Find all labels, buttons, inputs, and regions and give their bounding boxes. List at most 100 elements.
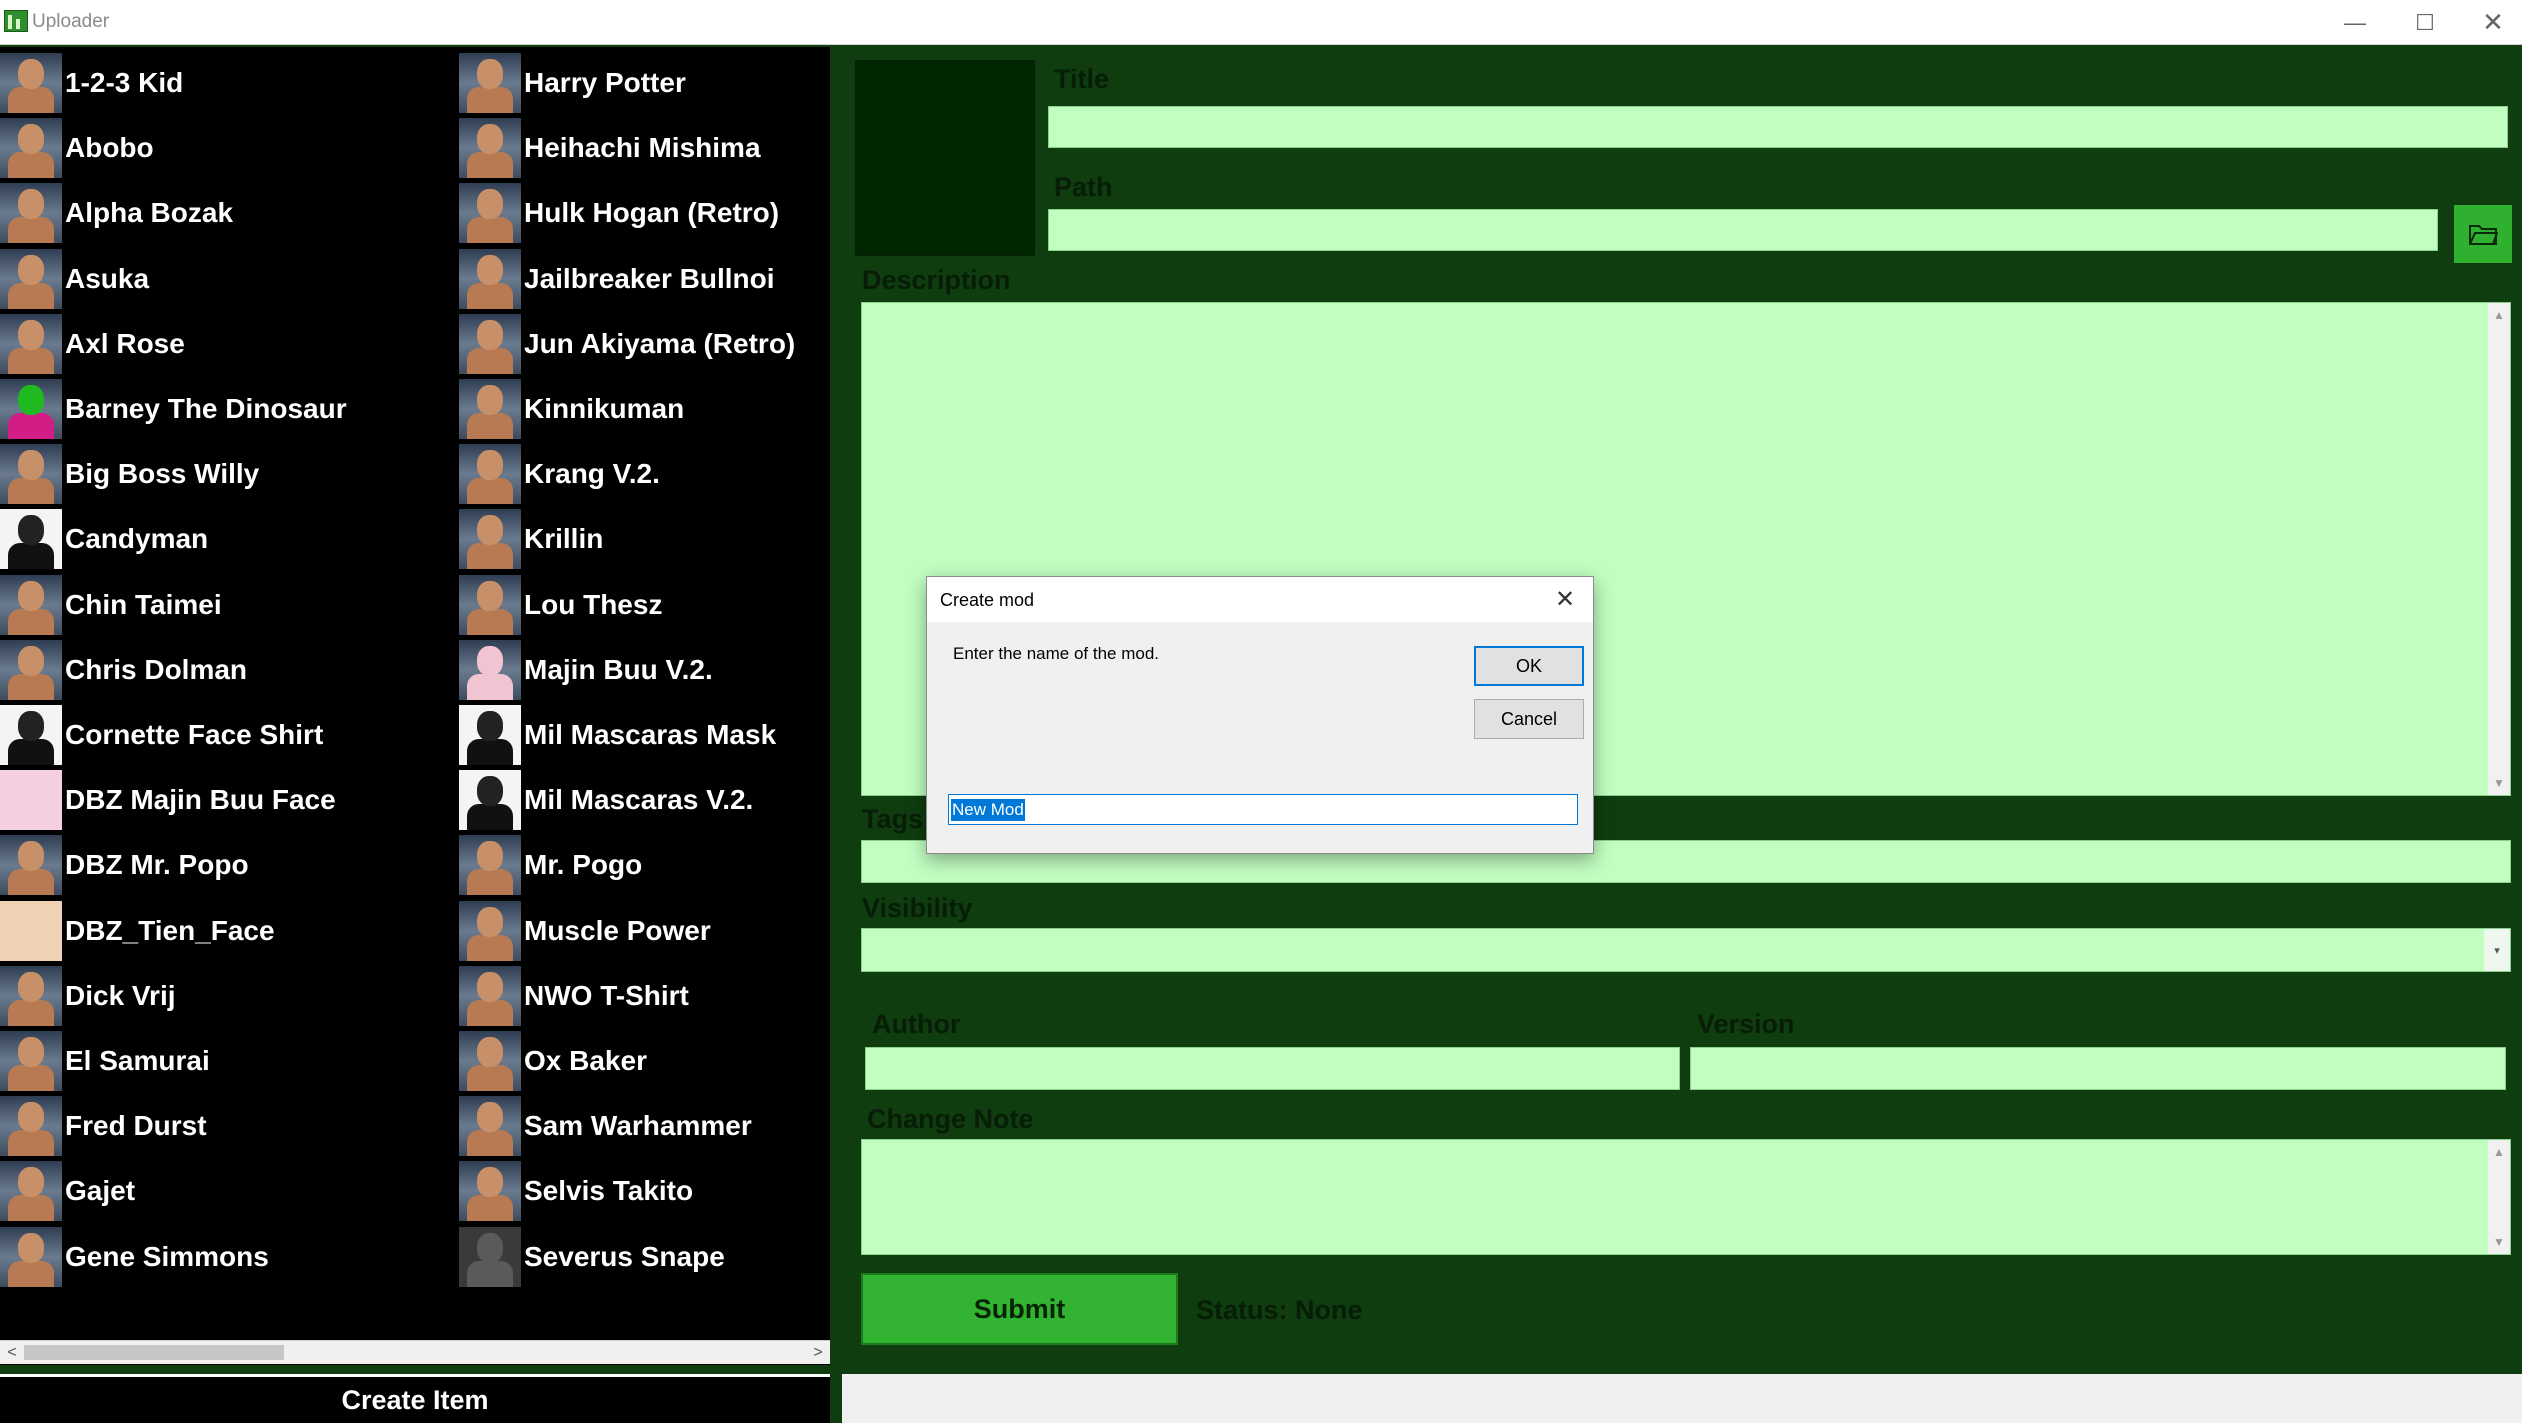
list-item[interactable]: DBZ_Tien_Face	[0, 900, 275, 961]
scrollbar-thumb[interactable]	[24, 1345, 284, 1360]
list-item[interactable]: Ox Baker	[459, 1031, 647, 1091]
item-thumbnail	[459, 379, 521, 439]
mod-name-selection[interactable]: New Mod	[951, 799, 1025, 821]
item-label: DBZ Mr. Popo	[65, 849, 249, 881]
description-scrollbar[interactable]: ▲ ▼	[2488, 303, 2510, 795]
list-item[interactable]: El Samurai	[0, 1031, 210, 1091]
list-item[interactable]: Gajet	[0, 1161, 135, 1222]
window-title: Uploader	[32, 11, 110, 32]
version-input[interactable]	[1690, 1047, 2506, 1090]
ok-button[interactable]: OK	[1474, 646, 1584, 686]
visibility-dropdown[interactable]: ▾	[861, 928, 2511, 972]
list-item[interactable]: Kinnikuman	[459, 379, 684, 439]
item-label: Gene Simmons	[65, 1240, 269, 1272]
tags-label: Tags	[862, 804, 924, 834]
close-window-button[interactable]: ✕	[2458, 0, 2522, 45]
item-thumbnail	[459, 444, 521, 505]
create-item-button[interactable]: Create Item	[0, 1374, 830, 1423]
maximize-button[interactable]: ☐	[2390, 0, 2460, 45]
list-item[interactable]: Dick Vrij	[0, 965, 176, 1026]
list-item[interactable]: Mil Mascaras Mask	[459, 705, 776, 765]
list-item[interactable]: Heihachi Mishima	[459, 118, 761, 179]
list-item[interactable]: Krang V.2.	[459, 444, 660, 505]
item-thumbnail	[0, 183, 62, 244]
author-input[interactable]	[865, 1047, 1680, 1090]
list-item[interactable]: Jailbreaker Bullnoi	[459, 248, 775, 309]
title-input[interactable]	[1048, 106, 2508, 148]
item-label: Axl Rose	[65, 327, 185, 359]
list-item[interactable]: Abobo	[0, 118, 154, 179]
list-item[interactable]: Sam Warhammer	[459, 1096, 752, 1157]
list-item[interactable]: DBZ Mr. Popo	[0, 835, 249, 896]
list-item[interactable]: Cornette Face Shirt	[0, 705, 323, 765]
list-item[interactable]: Krillin	[459, 509, 603, 570]
list-item[interactable]: Asuka	[0, 248, 149, 309]
item-label: Abobo	[65, 132, 154, 164]
list-item[interactable]: Jun Akiyama (Retro)	[459, 313, 795, 374]
submit-button[interactable]: Submit	[861, 1273, 1178, 1345]
item-label: 1-2-3 Kid	[65, 67, 184, 98]
item-thumbnail	[0, 639, 62, 700]
item-list[interactable]: 1-2-3 Kid Abobo Alpha Bozak Asuka Axl Rose Ba…	[0, 47, 830, 1365]
item-label: Hulk Hogan (Retro)	[524, 197, 780, 229]
list-item[interactable]: Fred Durst	[0, 1096, 207, 1157]
browse-folder-button[interactable]	[2454, 205, 2512, 263]
list-item[interactable]: Gene Simmons	[0, 1226, 269, 1287]
item-label: Alpha Bozak	[65, 197, 234, 229]
item-thumbnail	[459, 835, 521, 896]
app-icon	[4, 10, 28, 32]
list-item[interactable]: 1-2-3 Kid	[0, 53, 183, 113]
change-note-label: Change Note	[867, 1104, 1034, 1134]
list-item[interactable]: Barney The Dinosaur	[0, 379, 347, 439]
list-item[interactable]: Chris Dolman	[0, 639, 248, 700]
path-input[interactable]	[1048, 209, 2438, 251]
item-label: Chris Dolman	[65, 653, 248, 685]
minimize-button[interactable]: —	[2320, 0, 2390, 45]
item-label: Mil Mascaras V.2.	[524, 784, 754, 816]
list-item[interactable]: Big Boss Willy	[0, 444, 259, 505]
list-item[interactable]: Axl Rose	[0, 313, 185, 374]
list-item[interactable]: Selvis Takito	[459, 1161, 693, 1222]
horizontal-scrollbar[interactable]: < >	[0, 1340, 830, 1364]
close-icon[interactable]: ✕	[1547, 583, 1583, 615]
change-note-scrollbar[interactable]: ▲ ▼	[2488, 1140, 2510, 1254]
chevron-down-icon[interactable]: ▾	[2484, 929, 2510, 971]
list-item[interactable]: Majin Buu V.2.	[459, 639, 713, 700]
scroll-left-arrow[interactable]: <	[0, 1341, 24, 1365]
scroll-up-icon[interactable]: ▲	[2488, 1142, 2510, 1162]
list-item[interactable]: Harry Potter	[459, 53, 686, 113]
item-label: Mil Mascaras Mask	[524, 719, 777, 750]
item-label: Chin Taimei	[65, 588, 222, 620]
scroll-down-icon[interactable]: ▼	[2488, 1232, 2510, 1252]
list-item[interactable]: Muscle Power	[459, 900, 711, 961]
list-item[interactable]: Mr. Pogo	[459, 835, 643, 896]
item-label: Heihachi Mishima	[524, 132, 761, 164]
change-note-textarea[interactable]: ▲ ▼	[861, 1139, 2511, 1255]
scroll-up-icon[interactable]: ▲	[2488, 305, 2510, 325]
scroll-down-icon[interactable]: ▼	[2488, 773, 2510, 793]
list-item[interactable]: Candyman	[0, 509, 209, 570]
item-thumbnail	[0, 509, 62, 570]
item-label: El Samurai	[65, 1045, 210, 1076]
item-thumbnail	[459, 770, 521, 831]
item-label: Candyman	[65, 523, 209, 555]
item-label: Sam Warhammer	[524, 1110, 752, 1142]
list-item[interactable]: DBZ Majin Buu Face	[0, 770, 336, 831]
cancel-button[interactable]: Cancel	[1474, 699, 1584, 739]
item-label: Kinnikuman	[524, 393, 685, 424]
list-item[interactable]: Severus Snape	[459, 1226, 725, 1287]
list-item[interactable]: Lou Thesz	[459, 574, 662, 635]
list-item[interactable]: Mil Mascaras V.2.	[459, 770, 754, 831]
mod-name-input[interactable]: New Mod	[948, 794, 1578, 825]
item-label: Severus Snape	[524, 1240, 725, 1272]
preview-image[interactable]	[855, 60, 1035, 256]
item-label: Mr. Pogo	[524, 849, 643, 881]
item-thumbnail	[459, 118, 521, 179]
list-item[interactable]: Alpha Bozak	[0, 183, 234, 244]
scroll-right-arrow[interactable]: >	[806, 1341, 830, 1365]
dialog-title: Create mod	[940, 590, 1035, 610]
list-item[interactable]: Chin Taimei	[0, 574, 222, 635]
list-item[interactable]: Hulk Hogan (Retro)	[459, 183, 780, 244]
item-thumbnail	[0, 53, 62, 113]
list-item[interactable]: NWO T-Shirt	[459, 965, 689, 1026]
